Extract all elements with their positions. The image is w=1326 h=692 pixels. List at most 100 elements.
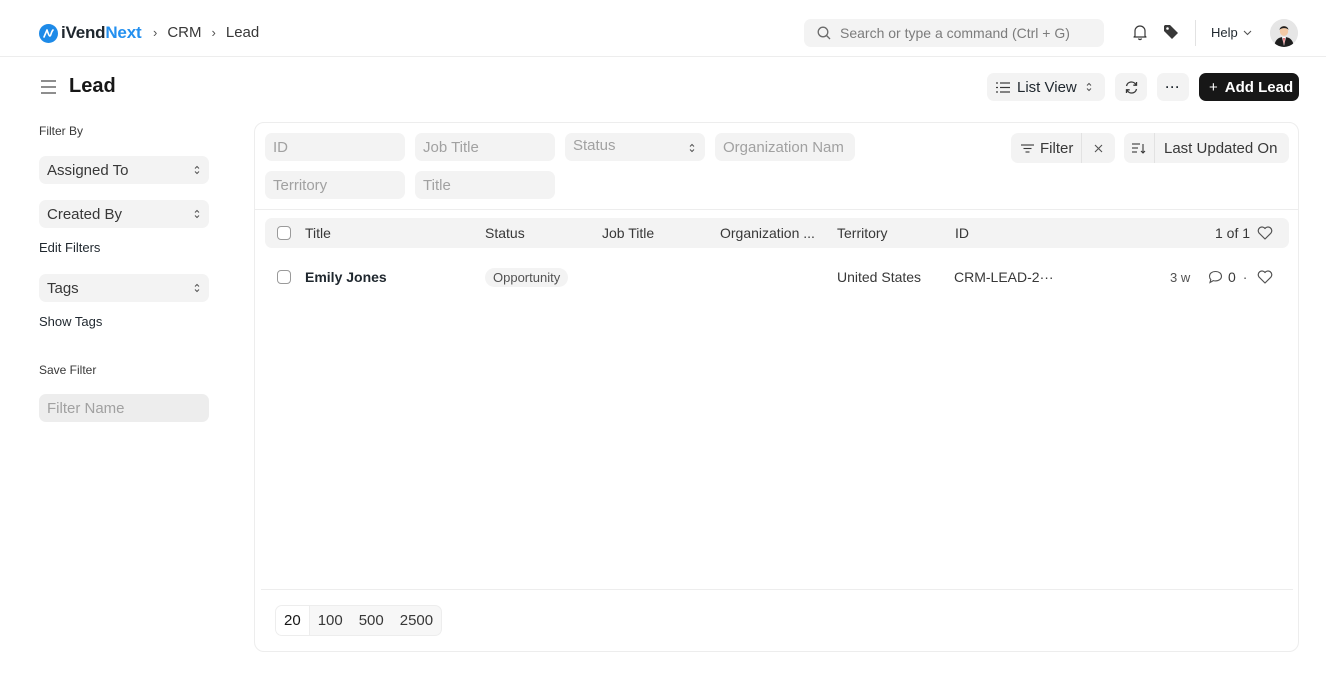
search-placeholder: Search or type a command (Ctrl + G) [840,25,1070,41]
search-icon [817,26,831,40]
table-header: Title Status Job Title Organization ... … [265,218,1289,248]
territory-placeholder: Territory [273,176,328,194]
breadcrumb-crm[interactable]: CRM [167,24,201,41]
select-arrows-icon [689,143,695,153]
column-job-title[interactable]: Job Title [602,218,654,248]
view-selector[interactable]: List View [987,73,1105,101]
navbar: iVendNext › CRM › Lead Search or type a … [0,0,1326,57]
title-filter-input[interactable]: Title [415,171,555,199]
status-badge: Opportunity [485,267,569,287]
record-count: 1 of 1 [1215,225,1251,241]
created-by-label: Created By [47,205,123,223]
chevron-right-icon: › [153,25,158,40]
help-label: Help [1211,25,1238,40]
table-row[interactable]: Emily Jones Opportunity United States CR… [265,262,1289,292]
refresh-button[interactable] [1115,73,1147,101]
status-placeholder: Status [573,137,616,154]
separator-dot: · [1242,269,1248,285]
clear-filters-button[interactable] [1082,140,1115,156]
list-panel: ID Job Title Status Organization Nam Ter… [254,122,1299,652]
status-filter-select[interactable]: Status [565,133,705,161]
tags-filter[interactable]: Tags [39,274,209,302]
help-dropdown[interactable]: Help [1211,25,1252,40]
user-avatar[interactable] [1270,19,1298,47]
add-lead-button[interactable]: + Add Lead [1199,73,1299,101]
view-selector-label: List View [1017,78,1077,96]
page-size-20[interactable]: 20 [276,606,310,635]
tags-label: Tags [47,279,79,297]
page-size-100[interactable]: 100 [310,606,351,635]
breadcrumb-lead[interactable]: Lead [226,24,259,41]
select-arrows-icon [194,283,200,293]
show-tags-link[interactable]: Show Tags [39,314,102,329]
chevron-down-icon [1243,30,1252,35]
chevron-right-icon: › [211,25,216,40]
assigned-to-label: Assigned To [47,161,129,179]
filter-label: Filter [1040,139,1074,157]
column-territory[interactable]: Territory [837,218,888,248]
notifications-button[interactable] [1132,24,1148,44]
assigned-to-filter[interactable]: Assigned To [39,156,209,184]
organization-filter-input[interactable]: Organization Nam [715,133,855,161]
filter-button[interactable]: Filter [1011,133,1082,163]
like-filter-button[interactable] [1257,218,1273,248]
sort-field-button[interactable]: Last Updated On [1155,140,1277,157]
menu-icon [41,80,56,94]
select-arrows-icon [1086,82,1092,92]
search-input[interactable]: Search or type a command (Ctrl + G) [804,19,1104,47]
modified-time: 3 w [1170,269,1191,285]
tags-button[interactable] [1163,24,1179,43]
comments-value: 0 [1228,269,1236,285]
more-icon: ··· [1165,80,1181,94]
edit-filters-link[interactable]: Edit Filters [39,240,100,255]
avatar-icon [1270,19,1298,47]
breadcrumb: › CRM › Lead [153,24,269,41]
bell-icon [1133,25,1147,41]
select-arrows-icon [194,209,200,219]
add-lead-label: Add Lead [1224,78,1294,96]
sidebar-toggle[interactable] [41,80,56,97]
list-icon [996,81,1010,93]
id-filter-input[interactable]: ID [265,133,405,161]
organization-placeholder: Organization Nam [723,138,844,156]
title-placeholder: Title [423,176,451,194]
territory-filter-input[interactable]: Territory [265,171,405,199]
plus-icon: + [1209,78,1218,96]
filter-group: Filter [1011,133,1115,163]
column-id[interactable]: ID [955,218,969,248]
save-filter-label: Save Filter [39,363,97,377]
lead-title[interactable]: Emily Jones [305,262,387,292]
page-size-500[interactable]: 500 [351,606,392,635]
divider [255,209,1298,210]
page-title: Lead [69,75,116,97]
select-all-checkbox[interactable] [277,226,291,240]
brand-name: iVendNext [61,23,142,42]
column-status[interactable]: Status [485,218,525,248]
column-title[interactable]: Title [305,218,331,248]
filter-by-label: Filter By [39,124,84,138]
job-title-filter-input[interactable]: Job Title [415,133,555,161]
filter-icon [1021,143,1034,153]
sort-icon [1132,142,1146,154]
more-actions-button[interactable]: ··· [1157,73,1189,101]
like-button[interactable] [1257,262,1273,292]
sort-group: Last Updated On [1124,133,1289,163]
filter-name-placeholder: Filter Name [47,399,125,417]
page-size-2500[interactable]: 2500 [392,606,441,635]
divider [261,589,1293,590]
heart-icon [1257,270,1273,284]
page-size-selector: 20 100 500 2500 [275,605,443,636]
sort-direction-button[interactable] [1124,133,1155,163]
column-organization[interactable]: Organization ... [720,218,815,248]
created-by-filter[interactable]: Created By [39,200,209,228]
id-placeholder: ID [273,138,288,156]
filter-name-input[interactable]: Filter Name [39,394,209,422]
tag-icon [1164,25,1178,39]
row-checkbox[interactable] [277,270,291,284]
comment-icon [1208,270,1223,284]
comments-count[interactable]: 0 · [1208,262,1247,292]
brand-logo[interactable]: iVendNext [39,23,142,43]
heart-icon [1257,226,1273,240]
lead-id: CRM-LEAD-2··· [954,269,1054,285]
select-arrows-icon [194,165,200,175]
